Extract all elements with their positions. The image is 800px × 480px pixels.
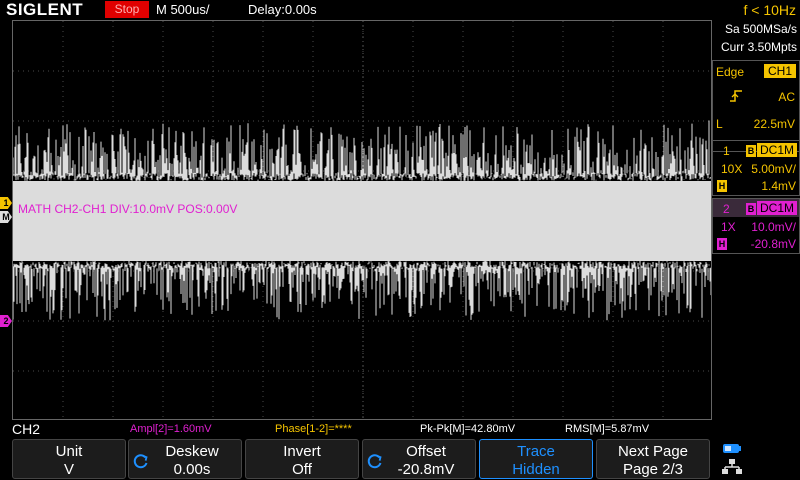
ch1-vdiv: 5.00mV/ <box>751 162 796 176</box>
next-page-label: Next Page <box>617 443 689 460</box>
measure-phase: Phase[1-2]=**** <box>275 423 352 435</box>
waveform-display[interactable]: MATH CH2-CH1 DIV:10.0mV POS:0.00V <box>12 20 712 420</box>
ch1-offset-marker-icon[interactable]: 1 <box>0 197 12 209</box>
ch1-impedance-badge: H <box>717 180 727 192</box>
offset-softkey[interactable]: Offset -20.8mV <box>362 439 476 479</box>
ch2-bw-limit-badge: B <box>746 203 756 215</box>
ch2-impedance-badge: H <box>717 238 727 250</box>
ch1-bw-limit-badge: B <box>746 145 756 157</box>
trigger-coupling: AC <box>778 90 795 104</box>
network-icon[interactable] <box>720 441 744 477</box>
trace-value: Hidden <box>512 461 560 478</box>
next-page-value: Page 2/3 <box>622 461 684 478</box>
memory-depth: Curr 3.50Mpts <box>720 40 797 54</box>
next-page-softkey[interactable]: Next Page Page 2/3 <box>596 439 710 479</box>
trigger-source: CH1 <box>763 64 796 78</box>
run-state-badge[interactable]: Stop <box>105 1 149 18</box>
delay-readout[interactable]: Delay:0.00s <box>248 0 317 20</box>
deskew-value: 0.00s <box>173 461 211 478</box>
ch1-probe: 10X <box>721 162 743 176</box>
trigger-level-label: L <box>716 117 723 131</box>
trigger-type: Edge <box>716 65 745 79</box>
brand-logo: SIGLENT <box>6 0 84 19</box>
ch2-info[interactable]: 2 B DC1M 1X 10.0mV/ H -20.8mV <box>712 198 800 254</box>
measurement-bar: CH2 Ampl[2]=1.60mV Phase[1-2]=**** Pk-Pk… <box>0 420 712 438</box>
trigger-info[interactable]: Edge CH1 AC L 22.5mV <box>712 60 800 152</box>
ch2-coupling: DC1M <box>756 201 797 215</box>
trigger-level: 22.5mV <box>753 117 795 131</box>
ch2-number: 2 <box>723 202 730 216</box>
rising-edge-icon <box>730 90 742 102</box>
unit-value: V <box>63 461 74 478</box>
graticule <box>13 21 711 419</box>
ch2-probe: 1X <box>721 220 736 234</box>
frequency-counter: f < 10Hz <box>743 2 796 18</box>
ch2-offset-marker-icon[interactable]: 2 <box>0 315 12 327</box>
status-bar: SIGLENT Stop M 500us/ Delay:0.00s f < 10… <box>0 0 800 20</box>
trace-softkey[interactable]: Trace Hidden <box>479 439 593 479</box>
info-panel: Sa 500MSa/s Curr 3.50Mpts Edge CH1 AC L … <box>712 20 800 418</box>
offset-label: Offset <box>406 443 446 460</box>
unit-softkey[interactable]: Unit V <box>12 439 126 479</box>
deskew-label: Deskew <box>165 443 219 460</box>
ch1-coupling: DC1M <box>756 143 797 157</box>
measure-rms: RMS[M]=5.87mV <box>565 423 650 435</box>
measure-source: CH2 <box>12 421 41 437</box>
timebase-readout[interactable]: M 500us/ <box>156 0 209 20</box>
deskew-softkey[interactable]: Deskew 0.00s <box>128 439 242 479</box>
offset-value: -20.8mV <box>397 461 455 478</box>
ch1-offset: 1.4mV <box>761 179 796 193</box>
math-offset-marker-icon[interactable]: M <box>0 211 12 223</box>
sample-rate: Sa 500MSa/s <box>724 22 797 36</box>
unit-label: Unit <box>55 443 83 460</box>
softkey-menu: Unit V Deskew 0.00s Invert Off Offset -2… <box>0 438 800 480</box>
ch2-vdiv: 10.0mV/ <box>751 220 796 234</box>
measure-pkpk: Pk-Pk[M]=42.80mV <box>420 423 516 435</box>
measure-ampl: Ampl[2]=1.60mV <box>130 423 212 435</box>
math-label: MATH CH2-CH1 DIV:10.0mV POS:0.00V <box>18 202 238 216</box>
trace-label: Trace <box>517 443 555 460</box>
ch1-number: 1 <box>723 144 730 158</box>
invert-value: Off <box>292 461 312 478</box>
math-trace-body <box>13 181 711 261</box>
ch2-offset: -20.8mV <box>750 237 796 251</box>
invert-label: Invert <box>283 443 321 460</box>
ch1-info[interactable]: 1 B DC1M 10X 5.00mV/ H 1.4mV <box>712 140 800 196</box>
invert-softkey[interactable]: Invert Off <box>245 439 359 479</box>
